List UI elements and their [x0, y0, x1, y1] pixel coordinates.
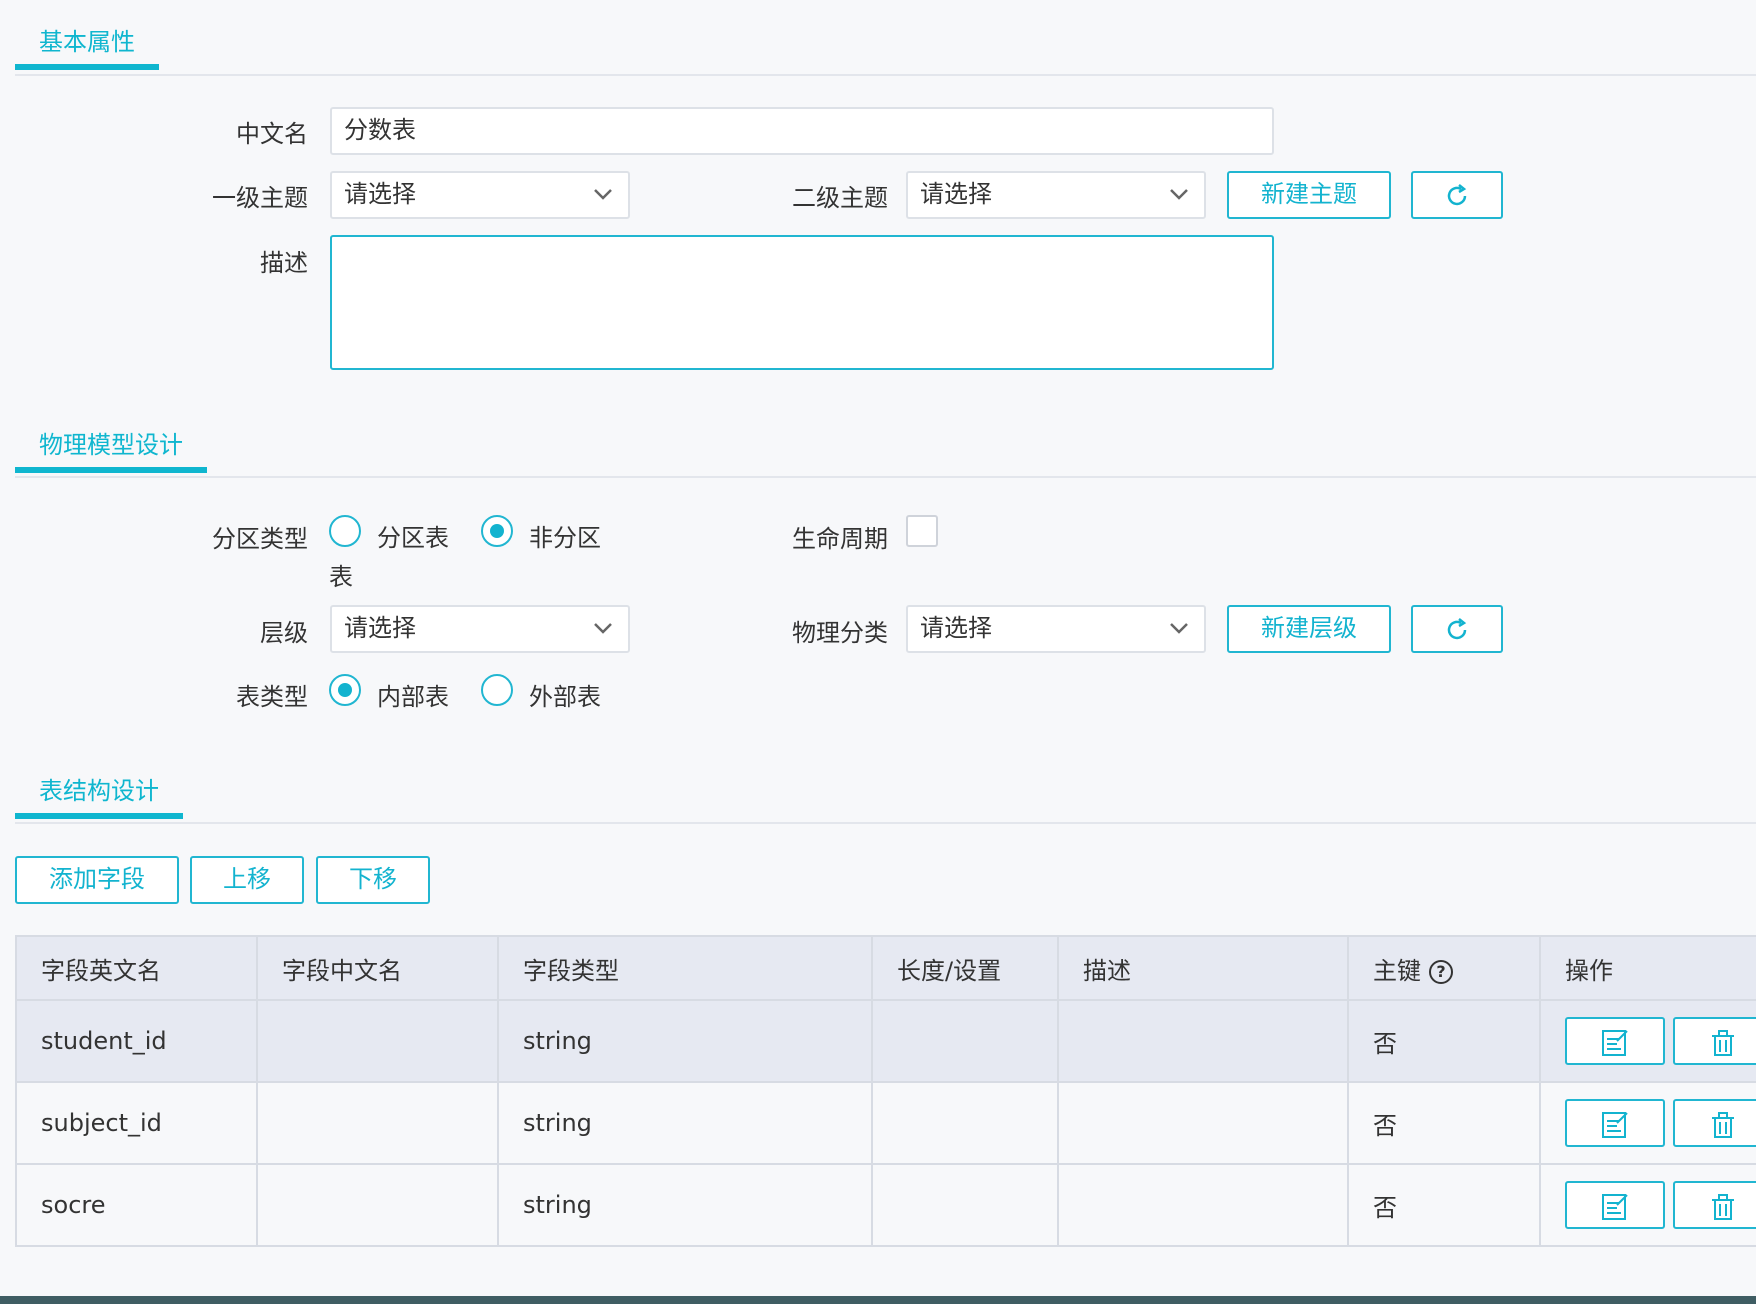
add-field-button[interactable]: 添加字段	[15, 856, 179, 904]
section-title-structure: 表结构设计	[15, 769, 183, 819]
radio-partition-table-label: 分区表	[377, 524, 449, 552]
cell-cn-name	[256, 1081, 499, 1165]
cell-desc	[1057, 999, 1349, 1083]
section-divider	[15, 74, 1756, 76]
radio-internal-table[interactable]	[329, 674, 361, 706]
table-header-row: 字段英文名 字段中文名 字段类型 长度/设置 描述 主键? 操作	[15, 935, 1756, 1001]
section-divider	[15, 476, 1756, 478]
bottom-bar	[0, 1296, 1756, 1304]
radio-non-partition-label: 非分区	[529, 524, 601, 552]
topic1-label: 一级主题	[212, 184, 308, 212]
radio-external-table[interactable]	[481, 674, 513, 706]
cell-actions	[1539, 999, 1756, 1083]
radio-partition-table[interactable]	[329, 515, 361, 547]
edit-icon	[1602, 1030, 1628, 1056]
col-header-en-name[interactable]: 字段英文名	[15, 935, 258, 1001]
level-select[interactable]: 请选择	[330, 605, 630, 653]
topic2-label: 二级主题	[792, 184, 888, 212]
table-row[interactable]: student_id string 否	[15, 999, 1756, 1083]
cell-en-name: subject_id	[15, 1081, 258, 1165]
phys-class-select-value: 请选择	[920, 614, 992, 642]
col-header-actions: 操作	[1539, 935, 1756, 1001]
radio-internal-table-label: 内部表	[377, 683, 449, 711]
cell-pk: 否	[1347, 1081, 1541, 1165]
move-up-button[interactable]: 上移	[190, 856, 304, 904]
cell-cn-name	[256, 1163, 499, 1247]
trash-icon	[1712, 1194, 1734, 1220]
cell-type: string	[497, 1163, 873, 1247]
cell-type: string	[497, 1081, 873, 1165]
refresh-icon	[1447, 184, 1467, 206]
refresh-level-button[interactable]	[1411, 605, 1503, 653]
table-type-label: 表类型	[236, 683, 308, 711]
edit-icon	[1602, 1112, 1628, 1138]
lifecycle-checkbox[interactable]	[906, 515, 938, 547]
cell-length	[871, 1163, 1059, 1247]
desc-label: 描述	[260, 249, 308, 277]
chevron-down-icon	[594, 623, 612, 634]
help-icon[interactable]: ?	[1429, 959, 1453, 984]
topic2-select[interactable]: 请选择	[906, 171, 1206, 219]
level-label: 层级	[260, 619, 308, 647]
cell-en-name: socre	[15, 1163, 258, 1247]
phys-class-label: 物理分类	[792, 619, 888, 647]
section-title-physical: 物理模型设计	[15, 423, 207, 473]
partition-type-label: 分区类型	[212, 525, 308, 553]
move-down-button[interactable]: 下移	[316, 856, 430, 904]
delete-button[interactable]	[1673, 1017, 1755, 1065]
cell-length	[871, 1081, 1059, 1165]
cn-name-input[interactable]: 分数表	[330, 107, 1274, 155]
refresh-topic-button[interactable]	[1411, 171, 1503, 219]
col-header-pk-label: 主键	[1373, 956, 1421, 985]
cell-desc	[1057, 1081, 1349, 1165]
new-level-button[interactable]: 新建层级	[1227, 605, 1391, 653]
topic1-select[interactable]: 请选择	[330, 171, 630, 219]
cell-desc	[1057, 1163, 1349, 1247]
level-select-value: 请选择	[344, 614, 416, 642]
new-topic-button[interactable]: 新建主题	[1227, 171, 1391, 219]
fields-table: 字段英文名 字段中文名 字段类型 长度/设置 描述 主键? 操作 student…	[15, 935, 1756, 1247]
section-title-basic: 基本属性	[15, 20, 159, 70]
table-row[interactable]: subject_id string 否	[15, 1081, 1756, 1165]
cell-en-name: student_id	[15, 999, 258, 1083]
col-header-type[interactable]: 字段类型	[497, 935, 873, 1001]
trash-icon	[1712, 1030, 1734, 1056]
cell-type: string	[497, 999, 873, 1083]
delete-button[interactable]	[1673, 1181, 1755, 1229]
lifecycle-label: 生命周期	[792, 525, 888, 553]
radio-non-partition-label-wrap: 表	[329, 563, 353, 591]
edit-button[interactable]	[1565, 1181, 1665, 1229]
cell-pk: 否	[1347, 1163, 1541, 1247]
radio-external-table-label: 外部表	[529, 683, 601, 711]
edit-button[interactable]	[1565, 1099, 1665, 1147]
cell-actions	[1539, 1081, 1756, 1165]
topic2-select-value: 请选择	[920, 180, 992, 208]
col-header-cn-name[interactable]: 字段中文名	[256, 935, 499, 1001]
col-header-desc[interactable]: 描述	[1057, 935, 1349, 1001]
trash-icon	[1712, 1112, 1734, 1138]
cell-actions	[1539, 1163, 1756, 1247]
chevron-down-icon	[594, 189, 612, 200]
cell-cn-name	[256, 999, 499, 1083]
col-header-pk[interactable]: 主键?	[1347, 935, 1541, 1001]
table-row[interactable]: socre string 否	[15, 1163, 1756, 1247]
delete-button[interactable]	[1673, 1099, 1755, 1147]
topic1-select-value: 请选择	[344, 180, 416, 208]
edit-button[interactable]	[1565, 1017, 1665, 1065]
col-header-length[interactable]: 长度/设置	[871, 935, 1059, 1001]
refresh-icon	[1447, 618, 1467, 640]
radio-non-partition-table[interactable]	[481, 515, 513, 547]
cell-pk: 否	[1347, 999, 1541, 1083]
cell-length	[871, 999, 1059, 1083]
chevron-down-icon	[1170, 623, 1188, 634]
edit-icon	[1602, 1194, 1628, 1220]
phys-class-select[interactable]: 请选择	[906, 605, 1206, 653]
cn-name-label: 中文名	[236, 120, 308, 148]
desc-textarea[interactable]	[330, 235, 1274, 370]
chevron-down-icon	[1170, 189, 1188, 200]
section-divider	[15, 822, 1756, 824]
